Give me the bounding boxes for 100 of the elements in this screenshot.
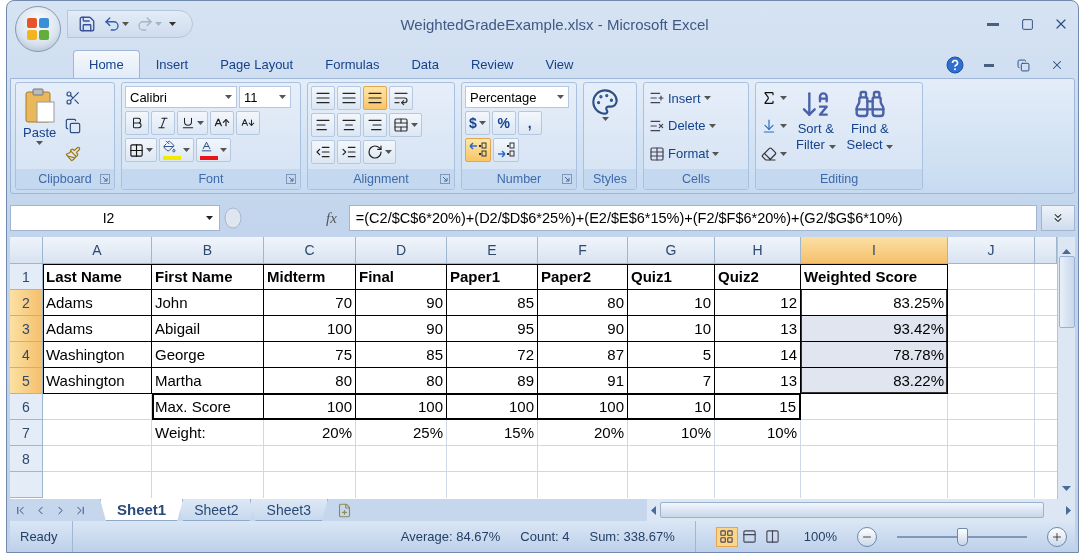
restore-icon <box>1016 58 1030 72</box>
table-cell: 100 <box>264 394 356 420</box>
number-format-button[interactable]: , <box>517 111 542 135</box>
column-header[interactable]: H <box>715 237 801 264</box>
grow-font-button[interactable] <box>210 111 234 135</box>
expand-formula-button[interactable] <box>1041 205 1075 231</box>
table-cell: 83.25% <box>801 290 948 316</box>
column-header[interactable]: E <box>447 237 538 264</box>
row-header[interactable]: 6 <box>10 394 43 420</box>
zoom-out-button[interactable] <box>857 526 877 547</box>
row-header[interactable]: 3 <box>10 316 43 342</box>
column-header[interactable]: G <box>628 237 715 264</box>
column-header[interactable]: D <box>356 237 447 264</box>
ribbon-tab[interactable]: Data <box>395 50 455 78</box>
number-format-button[interactable]: $ <box>465 111 490 135</box>
status-count: Count: 4 <box>520 529 570 544</box>
vertical-scrollbar[interactable] <box>1057 237 1075 499</box>
zoom-level[interactable]: 100% <box>803 529 837 544</box>
eraser-icon <box>761 145 777 162</box>
row-header[interactable]: 7 <box>10 420 43 446</box>
up-arrow-icon <box>1062 249 1071 254</box>
table-cell: 95 <box>447 316 538 342</box>
office-button[interactable] <box>15 6 61 52</box>
ribbon-tab[interactable]: Review <box>454 50 530 78</box>
ribbon-tab[interactable]: View <box>529 50 590 78</box>
font-size-dropdown[interactable]: 11 <box>239 86 291 108</box>
view-button[interactable] <box>715 526 738 547</box>
ribbon-tab[interactable]: Formulas <box>309 50 396 78</box>
scroll-thumb[interactable] <box>660 502 1044 518</box>
cells-button[interactable]: Delete <box>647 114 722 138</box>
paste-button[interactable]: Paste <box>19 86 61 166</box>
table-cell: 5 <box>628 342 715 368</box>
orientation-button[interactable] <box>363 140 396 164</box>
column-header[interactable]: I <box>801 237 948 264</box>
italic-button[interactable] <box>151 111 175 135</box>
column-header[interactable]: J <box>948 237 1035 264</box>
decimal-button[interactable] <box>465 138 491 162</box>
underline-button[interactable] <box>177 111 208 135</box>
cells-button[interactable]: Insert <box>647 86 722 111</box>
insert-function-label[interactable]: fx <box>246 209 345 227</box>
sheet-tab[interactable]: Sheet1 <box>100 499 184 521</box>
save-icon <box>78 15 96 33</box>
plus-icon <box>1051 530 1063 543</box>
caret-icon <box>36 141 44 145</box>
bold-button[interactable] <box>125 111 149 135</box>
cells-button[interactable]: Format <box>647 141 722 166</box>
slider-thumb[interactable] <box>957 527 968 546</box>
dialog-launcher-icon[interactable] <box>440 174 450 184</box>
find-select-button[interactable]: Find & Select <box>842 86 898 166</box>
row-header[interactable]: 5 <box>10 368 43 394</box>
font-name-dropdown[interactable]: Calibri <box>125 86 237 108</box>
column-header[interactable]: F <box>538 237 628 264</box>
align-right-button[interactable] <box>363 113 387 137</box>
column-header[interactable]: B <box>152 237 264 264</box>
vertical-align-button[interactable] <box>311 86 335 110</box>
align-center-button[interactable] <box>337 113 361 137</box>
dialog-launcher-icon[interactable] <box>100 174 110 184</box>
merge-button[interactable] <box>389 113 422 137</box>
table-cell: 7 <box>628 368 715 394</box>
row-header[interactable]: 1 <box>10 264 43 290</box>
row-header[interactable]: 2 <box>10 290 43 316</box>
zoom-in-button[interactable] <box>1047 526 1067 547</box>
decimal-button[interactable] <box>493 138 519 162</box>
fill-color-button[interactable] <box>159 138 194 162</box>
sheet-tab[interactable]: Sheet3 <box>249 499 328 521</box>
wrap-text-button[interactable] <box>389 86 413 110</box>
table-cell: 12 <box>715 290 801 316</box>
view-icon <box>719 529 735 544</box>
vertical-align-button[interactable] <box>337 86 361 110</box>
dialog-launcher-icon[interactable] <box>562 174 572 184</box>
align-left-button[interactable] <box>311 113 335 137</box>
sort-filter-button[interactable]: Sort & Filter <box>792 86 840 166</box>
borders-button[interactable] <box>125 138 157 162</box>
dialog-launcher-icon[interactable] <box>286 174 296 184</box>
vertical-align-button[interactable] <box>363 86 387 110</box>
row-header[interactable]: 8 <box>10 446 43 472</box>
formula-field[interactable]: =(C2/$C$6*20%)+(D2/$D$6*25%)+(E2/$E$6*15%)+(F2/$F$6*20%)+(G2/$G$6*10%) <box>348 205 1037 231</box>
name-box[interactable]: I2 <box>10 205 220 231</box>
right-arrow-icon <box>1066 505 1071 515</box>
number-format-dropdown[interactable]: Percentage <box>465 86 569 108</box>
increase-indent-button[interactable] <box>337 140 361 164</box>
table-cell: Washington <box>43 368 152 394</box>
decrease-indent-button[interactable] <box>311 140 335 164</box>
horizontal-scrollbar[interactable] <box>647 499 1075 521</box>
view-icon <box>765 529 781 544</box>
table-cell: John <box>152 290 264 316</box>
ribbon-tab[interactable]: Home <box>73 50 140 78</box>
shrink-font-button[interactable] <box>236 111 260 135</box>
column-header[interactable]: C <box>264 237 356 264</box>
ribbon-tab[interactable]: Page Layout <box>204 50 310 78</box>
font-color-button[interactable] <box>196 138 231 162</box>
row-header[interactable]: 4 <box>10 342 43 368</box>
table-cell: 20% <box>264 420 356 446</box>
column-header[interactable]: A <box>43 237 152 264</box>
ribbon-tab[interactable]: Insert <box>139 50 205 78</box>
scroll-thumb[interactable] <box>1058 256 1075 328</box>
caret-icon <box>197 121 204 125</box>
table-cell: Paper2 <box>538 264 628 290</box>
caret-icon <box>225 95 232 99</box>
number-format-button[interactable]: % <box>491 111 516 135</box>
